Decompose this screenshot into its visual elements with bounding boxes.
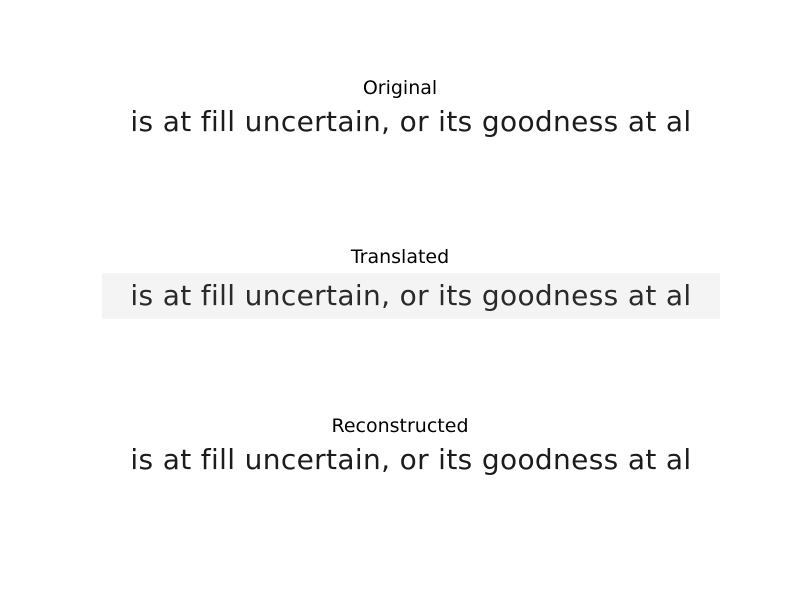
reconstructed-text-image: is at fill uncertain, or its goodness at… [102,437,720,483]
reconstructed-text: is at fill uncertain, or its goodness at… [130,443,692,476]
original-text: is at fill uncertain, or its goodness at… [130,105,692,138]
translated-text: is at fill uncertain, or its goodness at… [130,279,692,312]
original-title: Original [362,77,438,99]
original-text-image: is at fill uncertain, or its goodness at… [102,99,720,145]
reconstructed-title: Reconstructed [331,415,469,437]
translated-text-image: is at fill uncertain, or its goodness at… [102,273,720,319]
translated-title: Translated [350,246,450,268]
